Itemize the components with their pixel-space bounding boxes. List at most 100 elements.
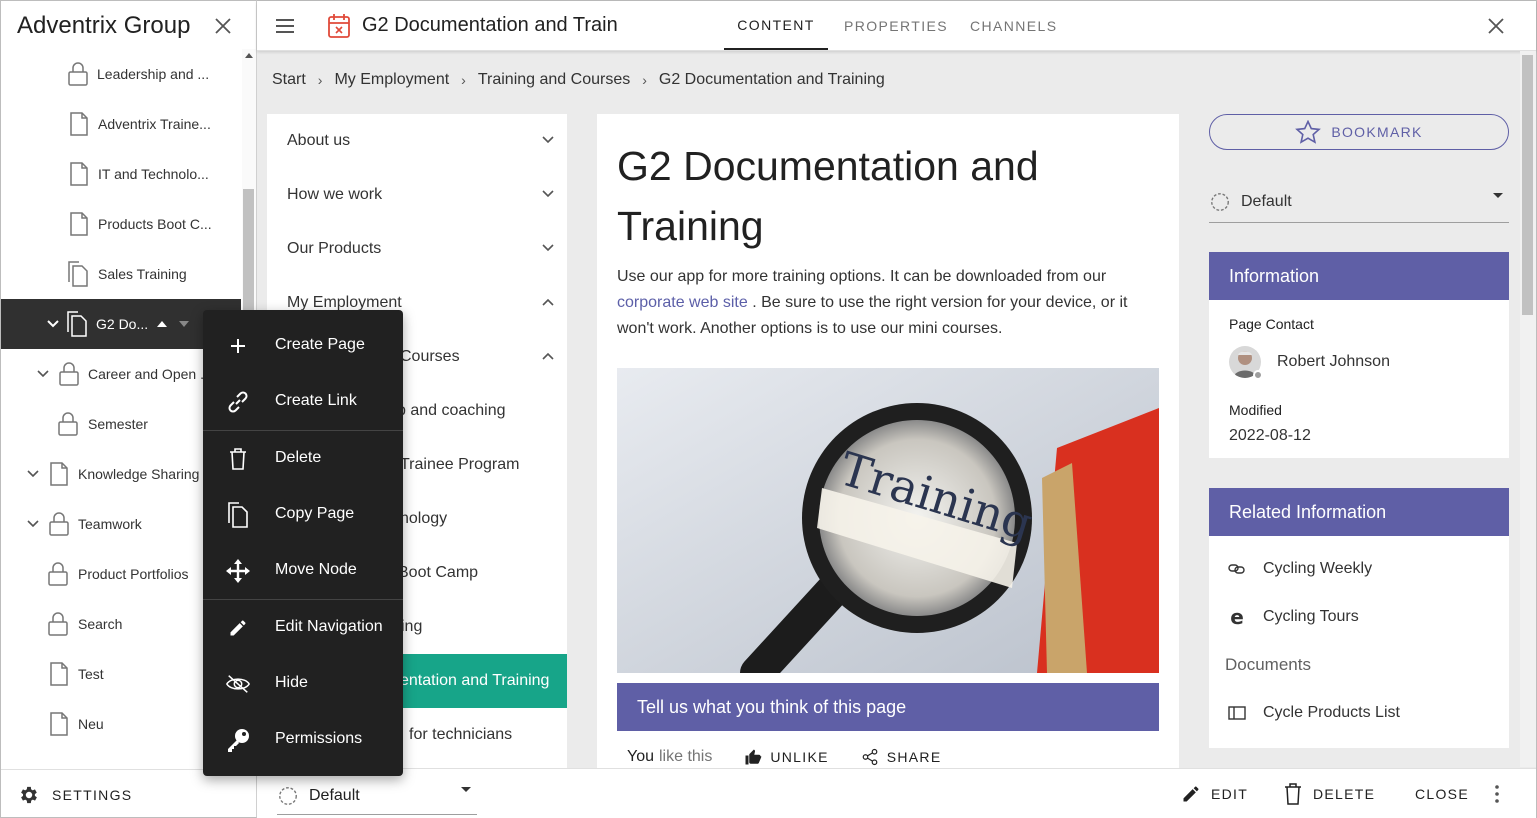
page-icon (70, 162, 88, 186)
nav-item-label: nology (400, 510, 448, 527)
breadcrumb-item[interactable]: Training and Courses (478, 71, 630, 89)
close-button[interactable]: CLOSE (1415, 781, 1469, 807)
edit-navigation-menu-item[interactable]: Edit Navigation (203, 599, 403, 655)
chevron-down-icon[interactable] (36, 369, 50, 379)
page-title: G2 Documentation and Train (362, 14, 618, 36)
create-page-menu-item[interactable]: Create Page (203, 317, 403, 373)
related-document-label: Cycle Products List (1263, 704, 1400, 721)
tab-properties[interactable]: PROPERTIES (844, 1, 948, 50)
chevron-up-icon[interactable] (542, 298, 554, 306)
menu-item-label: Copy Page (275, 505, 355, 522)
context-menu: Create Page Create Link Delete Copy Page… (203, 310, 403, 776)
scroll-up-arrow-icon[interactable] (245, 53, 253, 58)
feedback-row: You like this UNLIKE SHARE (627, 748, 941, 766)
top-bar: G2 Documentation and Train CONTENT PROPE… (257, 1, 1536, 51)
hamburger-menu-icon[interactable] (273, 14, 297, 38)
lock-icon (59, 362, 79, 386)
close-label: CLOSE (1415, 786, 1469, 802)
chevron-down-icon[interactable] (542, 136, 554, 144)
tree-item-label: Search (78, 616, 123, 632)
chevron-down-icon[interactable] (26, 469, 40, 479)
tree-item[interactable]: Adventrix Traine... (1, 99, 241, 149)
move-down-icon[interactable] (178, 320, 190, 328)
breadcrumb-item[interactable]: My Employment (334, 71, 449, 89)
nav-item-label: Trainee Program (400, 456, 520, 473)
delete-button[interactable]: DELETE (1283, 781, 1375, 807)
body-text: Use our app for more training options. I… (617, 268, 1107, 285)
breadcrumb-separator-icon: › (317, 72, 323, 88)
tree-item-label: Knowledge Sharing (78, 466, 200, 482)
related-information-header: Related Information (1209, 488, 1509, 536)
create-link-menu-item[interactable]: Create Link (203, 373, 403, 429)
gear-outline-icon (279, 786, 297, 805)
tree-item-label: G2 Do... (96, 316, 149, 332)
channel-select-value: Default (1241, 192, 1292, 210)
tree-item-label: Teamwork (78, 516, 142, 532)
copy-page-icon (67, 311, 87, 337)
like-text: like this (659, 748, 713, 765)
share-button[interactable]: SHARE (861, 748, 942, 766)
bottom-channel-select[interactable]: Default (277, 777, 477, 815)
permissions-menu-item[interactable]: Permissions (203, 711, 403, 767)
hero-image: Training (617, 368, 1159, 673)
chevron-up-icon[interactable] (542, 352, 554, 360)
tree-item[interactable]: Leadership and ... (1, 49, 241, 99)
related-link-label: Cycling Weekly (1263, 560, 1373, 577)
move-node-menu-item[interactable]: Move Node (203, 542, 403, 598)
hide-menu-item[interactable]: Hide (203, 655, 403, 711)
share-icon (862, 748, 878, 766)
content-scrollbar-thumb[interactable] (1522, 55, 1533, 315)
nav-item[interactable]: Our Products (267, 222, 567, 276)
page-icon (50, 662, 68, 686)
related-link[interactable]: Cycling Weekly (1227, 560, 1372, 578)
more-vert-icon[interactable] (1487, 784, 1507, 804)
tree-item-label: Product Portfolios (78, 566, 189, 582)
content-body: Use our app for more training options. I… (617, 264, 1152, 342)
nav-item-label: ing (401, 618, 423, 635)
channel-select[interactable]: Default (1209, 181, 1509, 223)
settings-button[interactable]: SETTINGS (18, 784, 132, 806)
documents-heading: Documents (1225, 655, 1311, 674)
related-link-label: Cycling Tours (1263, 608, 1359, 625)
edit-button[interactable]: EDIT (1181, 781, 1248, 807)
tree-item[interactable]: Products Boot C... (1, 199, 241, 249)
menu-item-label: Delete (275, 449, 322, 466)
breadcrumb-item[interactable]: Start (272, 71, 306, 89)
related-document[interactable]: Cycle Products List (1227, 704, 1400, 722)
chevron-down-icon[interactable] (26, 519, 40, 529)
page-icon (70, 112, 88, 136)
feedback-bar: Tell us what you think of this page (617, 683, 1159, 731)
copy-page-menu-item[interactable]: Copy Page (203, 486, 403, 542)
tree-item-label: Products Boot C... (98, 216, 212, 232)
close-icon[interactable] (1484, 14, 1508, 38)
tree-item[interactable]: IT and Technolo... (1, 149, 241, 199)
nav-item[interactable]: About us (267, 114, 567, 168)
nav-item-label: Our Products (287, 240, 382, 257)
tab-channels[interactable]: CHANNELS (970, 1, 1057, 50)
chevron-down-icon[interactable] (542, 244, 554, 252)
content-scrollbar[interactable] (1520, 51, 1536, 767)
lock-icon (49, 512, 69, 536)
copy-page-icon (68, 261, 88, 287)
contact-name[interactable]: Robert Johnson (1277, 353, 1390, 371)
menu-item-label: Hide (275, 674, 308, 691)
close-icon[interactable] (211, 14, 235, 38)
chevron-down-icon[interactable] (542, 190, 554, 198)
corporate-web-site-link[interactable]: corporate web site (617, 294, 748, 311)
delete-menu-item[interactable]: Delete (203, 430, 403, 486)
breadcrumb: Start › My Employment › Training and Cou… (272, 71, 885, 89)
information-header: Information (1209, 252, 1509, 300)
tree-item-label: Semester (88, 416, 148, 432)
unlike-button[interactable]: UNLIKE (744, 748, 828, 766)
move-up-icon[interactable] (156, 320, 168, 328)
lock-icon (48, 562, 68, 586)
chevron-down-icon[interactable] (46, 319, 60, 329)
related-link[interactable]: e Cycling Tours (1227, 607, 1359, 627)
tree-scrollbar-thumb[interactable] (243, 189, 254, 319)
status-badge (1253, 370, 1263, 380)
information-card: Information Page Contact Robert Johnson … (1209, 252, 1509, 458)
tree-item[interactable]: Sales Training (1, 249, 241, 299)
tab-content[interactable]: CONTENT (724, 1, 828, 50)
nav-item[interactable]: How we work (267, 168, 567, 222)
bookmark-button[interactable]: BOOKMARK (1209, 114, 1509, 150)
